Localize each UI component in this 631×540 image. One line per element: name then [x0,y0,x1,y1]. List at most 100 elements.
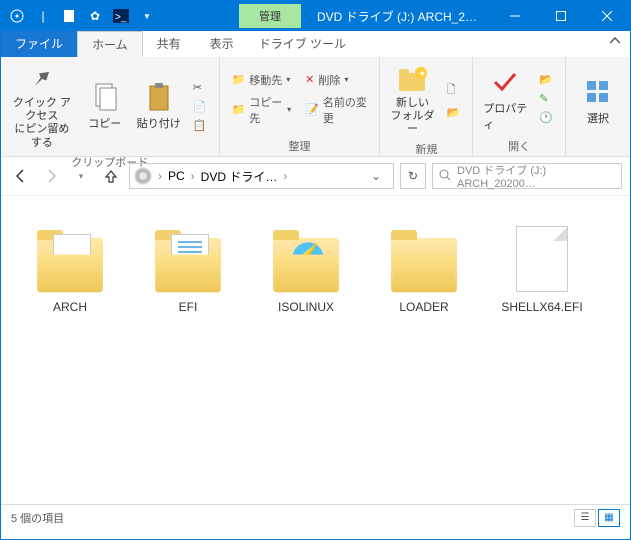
item-label: ARCH [53,300,87,314]
dropdown-icon: ▾ [344,75,348,84]
new-folder-icon: ✦ [397,63,429,95]
breadcrumb-drive[interactable]: DVD ドライ… [197,168,282,185]
ribbon-group-clipboard: クイック アクセス にピン留めする コピー 貼り付け ✂ 📄 📋 クリップボード [1,57,220,156]
chevron-right-icon[interactable]: › [158,169,162,183]
search-input[interactable]: DVD ドライブ (J:) ARCH_20200… [432,163,622,189]
qat-dropdown-icon[interactable]: ▼ [135,4,159,28]
close-button[interactable] [584,1,630,31]
minimize-button[interactable] [492,1,538,31]
folder-icon [389,224,459,294]
item-label: LOADER [399,300,448,314]
paste-label: 貼り付け [137,115,181,131]
file-icon [507,224,577,294]
window-title: DVD ドライブ (J:) ARCH_2… [301,8,492,25]
new-item-button[interactable]: 🗋 [443,79,465,102]
easy-access-icon: 📂 [447,106,461,119]
icons-view-button[interactable]: ▦ [598,509,620,527]
tab-drive-tools[interactable]: ドライブ ツール [249,31,357,57]
svg-text:✦: ✦ [418,69,426,80]
cut-button[interactable]: ✂ [189,79,211,96]
breadcrumb[interactable]: › PC › DVD ドライ… › ⌄ [129,163,394,189]
disc-icon[interactable] [5,4,29,28]
refresh-button[interactable]: ↻ [400,163,426,189]
cut-icon: ✂ [193,81,202,94]
details-view-button[interactable]: ☰ [574,509,596,527]
folder-icon: ⚡ [271,224,341,294]
list-item[interactable]: LOADER [365,216,483,322]
open-button[interactable]: 📂 [535,71,557,88]
tab-share[interactable]: 共有 [143,31,196,57]
select-button[interactable]: 選択 [574,74,622,128]
item-label: ISOLINUX [278,300,334,314]
move-icon: 📁 [232,73,246,86]
search-placeholder: DVD ドライブ (J:) ARCH_20200… [457,162,615,190]
file-new-icon[interactable] [57,4,81,28]
tab-file[interactable]: ファイル [1,31,77,57]
easy-access-button[interactable]: 📂 [443,104,465,121]
collapse-ribbon-icon[interactable] [600,31,630,57]
qat-separator-icon: | [31,4,55,28]
ribbon-group-select: 選択 [566,57,630,156]
ribbon-tabs: ファイル ホーム 共有 表示 ドライブ ツール [1,31,630,57]
list-item[interactable]: EFI [129,216,247,322]
breadcrumb-dropdown-icon[interactable]: ⌄ [363,169,389,183]
ribbon-group-new: ✦ 新しい フォルダー 🗋 📂 新規 [380,57,473,156]
item-label: SHELLX64.EFI [501,300,582,314]
titlebar: | ✿ >_ ▼ 管理 DVD ドライブ (J:) ARCH_2… [1,1,630,31]
recent-dropdown-icon[interactable]: ▾ [69,164,93,188]
copy-path-button[interactable]: 📄 [189,98,211,115]
shortcut-icon: 📋 [193,119,207,132]
dropdown-icon: ▾ [286,75,290,84]
list-item[interactable]: ARCH [11,216,129,322]
new-folder-label: 新しい フォルダー [390,97,434,137]
chevron-right-icon[interactable]: › [191,169,195,183]
delete-icon: ✕ [305,73,314,86]
select-label: 選択 [587,110,609,126]
search-icon [439,169,451,184]
pin-quick-access-button[interactable]: クイック アクセス にピン留めする [9,61,75,152]
item-label: EFI [179,300,198,314]
file-list: ARCH EFI ⚡ ISOLINUX LOADER SHELLX64.EFI [1,196,630,504]
rename-button[interactable]: 📝名前の変更 [301,92,371,128]
properties-button[interactable]: プロパティ [481,64,529,134]
forward-button[interactable] [39,164,63,188]
copy-to-button[interactable]: 📁コピー先▾ [228,92,296,128]
delete-button[interactable]: ✕削除▾ [301,70,371,90]
history-icon: 🕐 [539,111,553,124]
edit-button[interactable]: ✎ [535,90,557,107]
new-item-icon: 🗋 [447,81,456,100]
up-button[interactable] [99,164,123,188]
open-group-label: 開く [508,136,530,154]
properties-icon[interactable]: ✿ [83,4,107,28]
copyto-icon: 📁 [232,103,246,116]
paste-shortcut-button[interactable]: 📋 [189,117,211,134]
ribbon-group-open: プロパティ 📂 ✎ 🕐 開く [473,57,566,156]
rename-icon: 📝 [305,103,319,116]
edit-icon: ✎ [539,92,548,105]
chevron-right-icon[interactable]: › [283,169,287,183]
powershell-icon[interactable]: >_ [109,4,133,28]
new-folder-button[interactable]: ✦ 新しい フォルダー [388,61,436,139]
move-to-button[interactable]: 📁移動先▾ [228,70,296,90]
ribbon: クイック アクセス にピン留めする コピー 貼り付け ✂ 📄 📋 クリップボード [1,57,630,157]
quick-access-toolbar: | ✿ >_ ▼ [1,4,159,28]
check-icon [489,66,521,98]
pin-label: クイック アクセス にピン留めする [11,97,73,150]
maximize-button[interactable] [538,1,584,31]
copy-button[interactable]: コピー [81,79,129,133]
list-item[interactable]: SHELLX64.EFI [483,216,601,322]
back-button[interactable] [9,164,33,188]
paste-button[interactable]: 貼り付け [135,79,183,133]
path-icon: 📄 [193,100,207,113]
ribbon-group-organize: 📁移動先▾ 📁コピー先▾ ✕削除▾ 📝名前の変更 整理 [220,57,381,156]
pin-icon [26,63,58,95]
item-count: 5 個の項目 [11,510,64,526]
view-toggles: ☰ ▦ [574,509,620,527]
clipboard-small-buttons: ✂ 📄 📋 [189,79,211,134]
tab-home[interactable]: ホーム [77,31,143,57]
svg-text:>_: >_ [115,12,127,23]
history-button[interactable]: 🕐 [535,109,557,126]
breadcrumb-pc[interactable]: PC [164,169,189,183]
list-item[interactable]: ⚡ ISOLINUX [247,216,365,322]
tab-view[interactable]: 表示 [196,31,249,57]
